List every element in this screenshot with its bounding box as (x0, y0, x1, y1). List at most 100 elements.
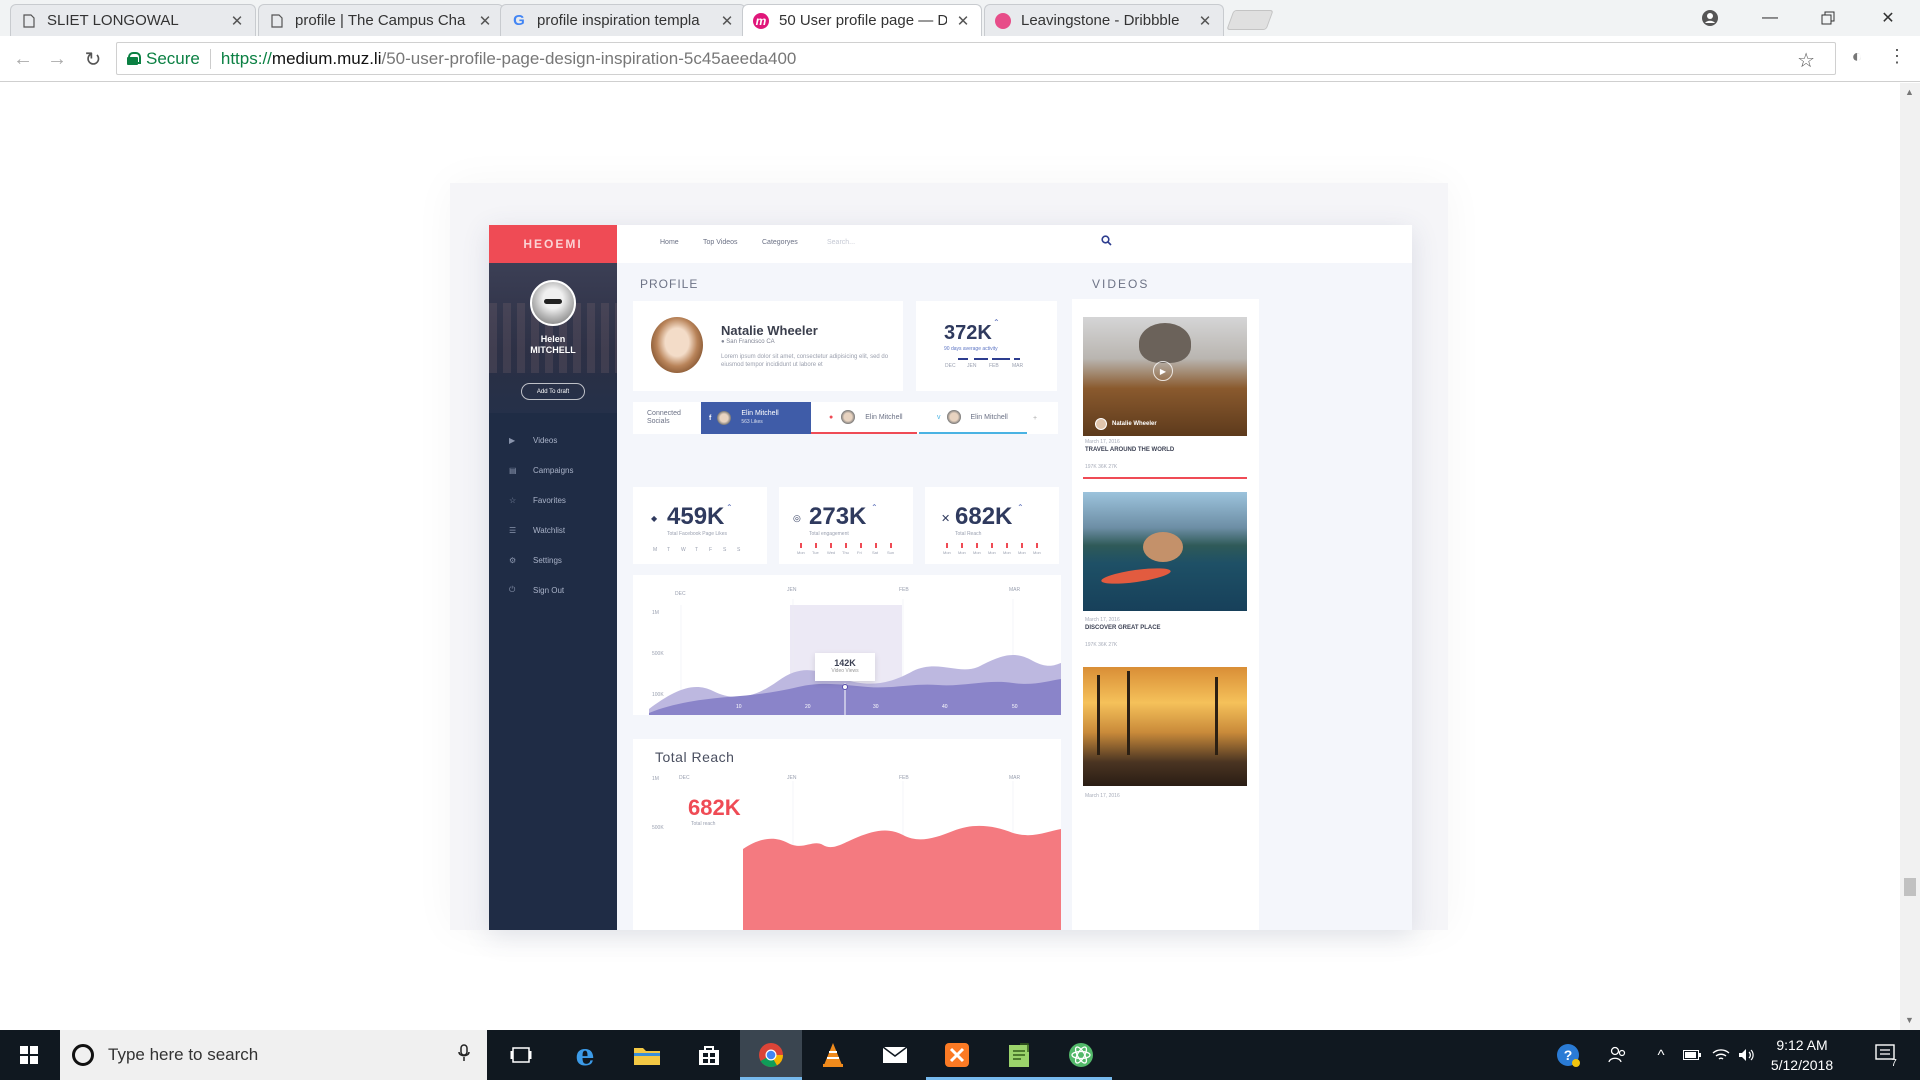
vlc-icon[interactable] (802, 1030, 864, 1080)
vimeo-account-tab[interactable]: v Elin Mitchell (919, 402, 1027, 434)
chrome-icon[interactable] (740, 1030, 802, 1080)
profile-icon[interactable] (1682, 0, 1738, 36)
action-center-icon[interactable]: 7 (1862, 1030, 1912, 1080)
omnibox-divider (209, 48, 211, 69)
profile-card: Natalie Wheeler ● San Francisco CA Lorem… (633, 301, 903, 391)
video-title[interactable]: TRAVEL AROUND THE WORLD (1085, 447, 1174, 453)
video-title[interactable]: DISCOVER GREAT PLACE (1085, 625, 1161, 631)
add-social-button[interactable]: + (1033, 402, 1053, 434)
bookmark-star-icon[interactable]: ☆ (1797, 48, 1815, 73)
nav-home[interactable]: Home (660, 239, 679, 246)
video-author: Natalie Wheeler (1095, 418, 1157, 430)
tooltip-value: 142K (834, 658, 856, 668)
restore-button[interactable] (1800, 0, 1856, 36)
reload-button[interactable]: ↻ (78, 44, 108, 74)
tab-muzli[interactable]: m 50 User profile page — D ✕ (742, 4, 982, 36)
nav-top-videos[interactable]: Top Videos (703, 239, 738, 246)
connected-socials: Connected Socials f Elin Mitchell 563 Li… (633, 402, 1058, 434)
sidebar-item-watchlist[interactable]: ☰ Watchlist (489, 515, 617, 545)
sidebar-item-videos[interactable]: ▶ Videos (489, 425, 617, 455)
chevron-up-icon[interactable]: ^ (1648, 1030, 1674, 1080)
sidebar-profile: Helen MITCHELL Add To draft (489, 263, 617, 413)
search-icon[interactable] (1101, 235, 1112, 249)
start-button[interactable] (0, 1030, 58, 1080)
browser-tab-strip: SLIET LONGOWAL ✕ profile | The Campus Ch… (0, 0, 1920, 36)
close-tab-icon[interactable]: ✕ (1197, 12, 1213, 30)
mail-icon[interactable] (864, 1030, 926, 1080)
extension-icon[interactable]: ◐ (1846, 45, 1868, 67)
tab-google-search[interactable]: G profile inspiration templa ✕ (500, 4, 746, 36)
atom-icon[interactable] (1050, 1030, 1112, 1080)
nav-categories[interactable]: Categoryes (762, 239, 798, 246)
avatar (841, 410, 856, 424)
sidebar-item-campaigns[interactable]: ▤ Campaigns (489, 455, 617, 485)
task-view-icon[interactable] (490, 1030, 552, 1080)
activity-segments (958, 358, 1020, 360)
scroll-up-icon[interactable]: ▲ (1905, 87, 1914, 97)
people-icon[interactable] (1600, 1030, 1636, 1080)
scroll-down-icon[interactable]: ▼ (1905, 1015, 1914, 1025)
video-thumbnail[interactable] (1083, 667, 1247, 786)
sidebar-item-settings[interactable]: ⚙ Settings (489, 545, 617, 575)
surfboard-shape (1100, 565, 1172, 587)
gear-icon: ⚙ (509, 555, 517, 565)
instagram-account-tab[interactable]: ● Elin Mitchell (811, 402, 917, 434)
lock-icon (127, 52, 141, 65)
close-tab-icon[interactable]: ✕ (719, 12, 735, 30)
xampp-icon[interactable] (926, 1030, 988, 1080)
close-tab-icon[interactable]: ✕ (229, 12, 245, 30)
new-tab-button[interactable] (1226, 10, 1274, 30)
file-explorer-icon[interactable] (616, 1030, 678, 1080)
sidebar-item-favorites[interactable]: ☆ Favorites (489, 485, 617, 515)
help-icon[interactable]: ? (1548, 1030, 1588, 1080)
battery-icon[interactable] (1678, 1030, 1706, 1080)
tooltip-label: Video Views (831, 668, 859, 674)
system-clock[interactable]: 9:12 AM 5/12/2018 (1756, 1035, 1848, 1075)
close-window-button[interactable]: ✕ (1860, 0, 1916, 36)
page-scrollbar[interactable]: ▲ ▼ (1900, 83, 1920, 1030)
back-button[interactable]: ← (8, 44, 38, 74)
videos-heading: VIDEOS (1092, 277, 1150, 291)
close-tab-icon[interactable]: ✕ (477, 12, 493, 30)
secure-indicator[interactable]: Secure (127, 49, 200, 69)
notepad-plus-icon[interactable] (988, 1030, 1050, 1080)
day-label: M (653, 547, 658, 553)
tab-sliet[interactable]: SLIET LONGOWAL ✕ (10, 4, 256, 36)
taskbar-search[interactable]: Type here to search (60, 1030, 487, 1080)
wifi-icon[interactable] (1708, 1030, 1734, 1080)
notification-count: 7 (1891, 1058, 1897, 1068)
tab-dribbble[interactable]: Leavingstone - Dribbble ✕ (984, 4, 1224, 36)
windows-taskbar: Type here to search e ? ^ 9:12 AM 5/12/2… (0, 1030, 1920, 1080)
edge-icon[interactable]: e (554, 1030, 616, 1080)
facebook-account-tab[interactable]: f Elin Mitchell 563 Likes (701, 402, 811, 434)
menu-kebab-icon[interactable]: ⋮ (1886, 45, 1908, 67)
forward-button[interactable]: → (42, 44, 72, 74)
activity-label: 90 days average activity (944, 346, 998, 352)
volume-icon[interactable] (1736, 1030, 1758, 1080)
scroll-thumb[interactable] (1904, 878, 1916, 896)
avatar (717, 411, 732, 425)
tab-campus[interactable]: profile | The Campus Cha ✕ (258, 4, 504, 36)
video-stats: 197K 36K 27K (1085, 464, 1118, 470)
video-thumbnail[interactable]: ▶ Natalie Wheeler (1083, 317, 1247, 436)
sidebar-item-signout[interactable]: ⏻ Sign Out (489, 575, 617, 605)
microphone-icon[interactable] (449, 1043, 479, 1067)
video-thumbnail[interactable] (1083, 492, 1247, 611)
dashboard-search-input[interactable]: Search... (827, 239, 855, 246)
close-tab-icon[interactable]: ✕ (955, 12, 971, 30)
store-icon[interactable] (678, 1030, 740, 1080)
minimize-button[interactable]: — (1742, 0, 1798, 36)
stat-label: Total engagement (809, 531, 849, 537)
add-to-draft-button[interactable]: Add To draft (521, 383, 585, 400)
muzli-icon: m (753, 12, 769, 29)
profile-name: Natalie Wheeler (721, 323, 818, 338)
total-reach-card: Total Reach DEC JEN FEB MAR 1M 500K 682K… (633, 739, 1061, 930)
address-bar[interactable]: Secure https:// medium.muz.li /50-user-p… (116, 42, 1836, 75)
account-likes: 563 Likes (741, 419, 763, 425)
windows-logo-icon (20, 1046, 38, 1064)
play-icon[interactable]: ▶ (1153, 361, 1173, 381)
sidebar-user-name: Helen MITCHELL (489, 334, 617, 356)
sidebar-item-label: Settings (533, 555, 562, 565)
trend-up-icon: ⌃ (1017, 503, 1024, 512)
x-tick: 30 (873, 704, 879, 710)
